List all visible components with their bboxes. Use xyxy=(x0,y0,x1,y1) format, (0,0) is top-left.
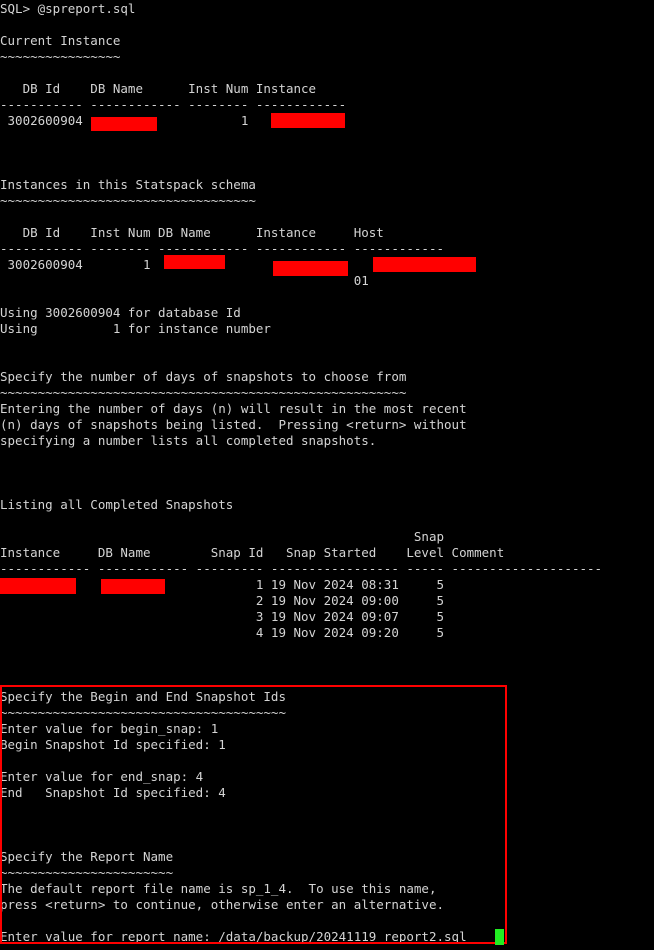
terminal-line: 3 19 Nov 2024 09:07 5 xyxy=(0,609,445,624)
redacted-host-schema xyxy=(373,257,476,272)
terminal-line: ~~~~~~~~~~~~~~~~~~~~~~~~~~~~~~~~~~~~~~~~… xyxy=(0,385,407,400)
redacted-db-name-snapshots xyxy=(101,579,165,594)
terminal-line: 4 19 Nov 2024 09:20 5 xyxy=(0,625,445,640)
terminal-line: 2 19 Nov 2024 09:00 5 xyxy=(0,593,445,608)
terminal-line: 3002600904 1 xyxy=(0,257,151,272)
terminal-line: Instances in this Statspack schema xyxy=(0,177,256,192)
terminal-line: specifying a number lists all completed … xyxy=(0,433,377,448)
terminal-line: ------------ ------------ --------- ----… xyxy=(0,561,603,576)
terminal-line: Listing all Completed Snapshots xyxy=(0,497,234,512)
terminal-line: Current Instance xyxy=(0,33,121,48)
terminal-line: ~~~~~~~~~~~~~~~~~~~~~~~~~~~~~~~~~~ xyxy=(0,193,256,208)
terminal-line: Snap xyxy=(0,529,445,544)
terminal-line: SQL> @spreport.sql xyxy=(0,1,136,16)
highlight-box xyxy=(0,685,507,944)
terminal-line: Using 1 for instance number xyxy=(0,321,271,336)
text-cursor xyxy=(495,929,504,945)
terminal-line: ~~~~~~~~~~~~~~~~ xyxy=(0,49,121,64)
terminal-line: DB Id DB Name Inst Num Instance xyxy=(0,81,317,96)
terminal-line: ----------- ------------ -------- ------… xyxy=(0,97,347,112)
redacted-instance-current xyxy=(271,113,345,128)
terminal-window[interactable]: SQL> @spreport.sql Current Instance ~~~~~~… xyxy=(0,0,654,950)
terminal-line: Instance DB Name Snap Id Snap Started Le… xyxy=(0,545,505,560)
redacted-instance-snapshots xyxy=(0,578,76,594)
terminal-line: DB Id Inst Num DB Name Instance Host xyxy=(0,225,384,240)
terminal-line: Using 3002600904 for database Id xyxy=(0,305,241,320)
redacted-instance-schema xyxy=(273,261,348,276)
terminal-line: Specify the number of days of snapshots … xyxy=(0,369,407,384)
terminal-line: (n) days of snapshots being listed. Pres… xyxy=(0,417,467,432)
redacted-db-name-current xyxy=(91,117,157,131)
redacted-db-name-schema xyxy=(164,255,225,269)
terminal-line: Entering the number of days (n) will res… xyxy=(0,401,467,416)
